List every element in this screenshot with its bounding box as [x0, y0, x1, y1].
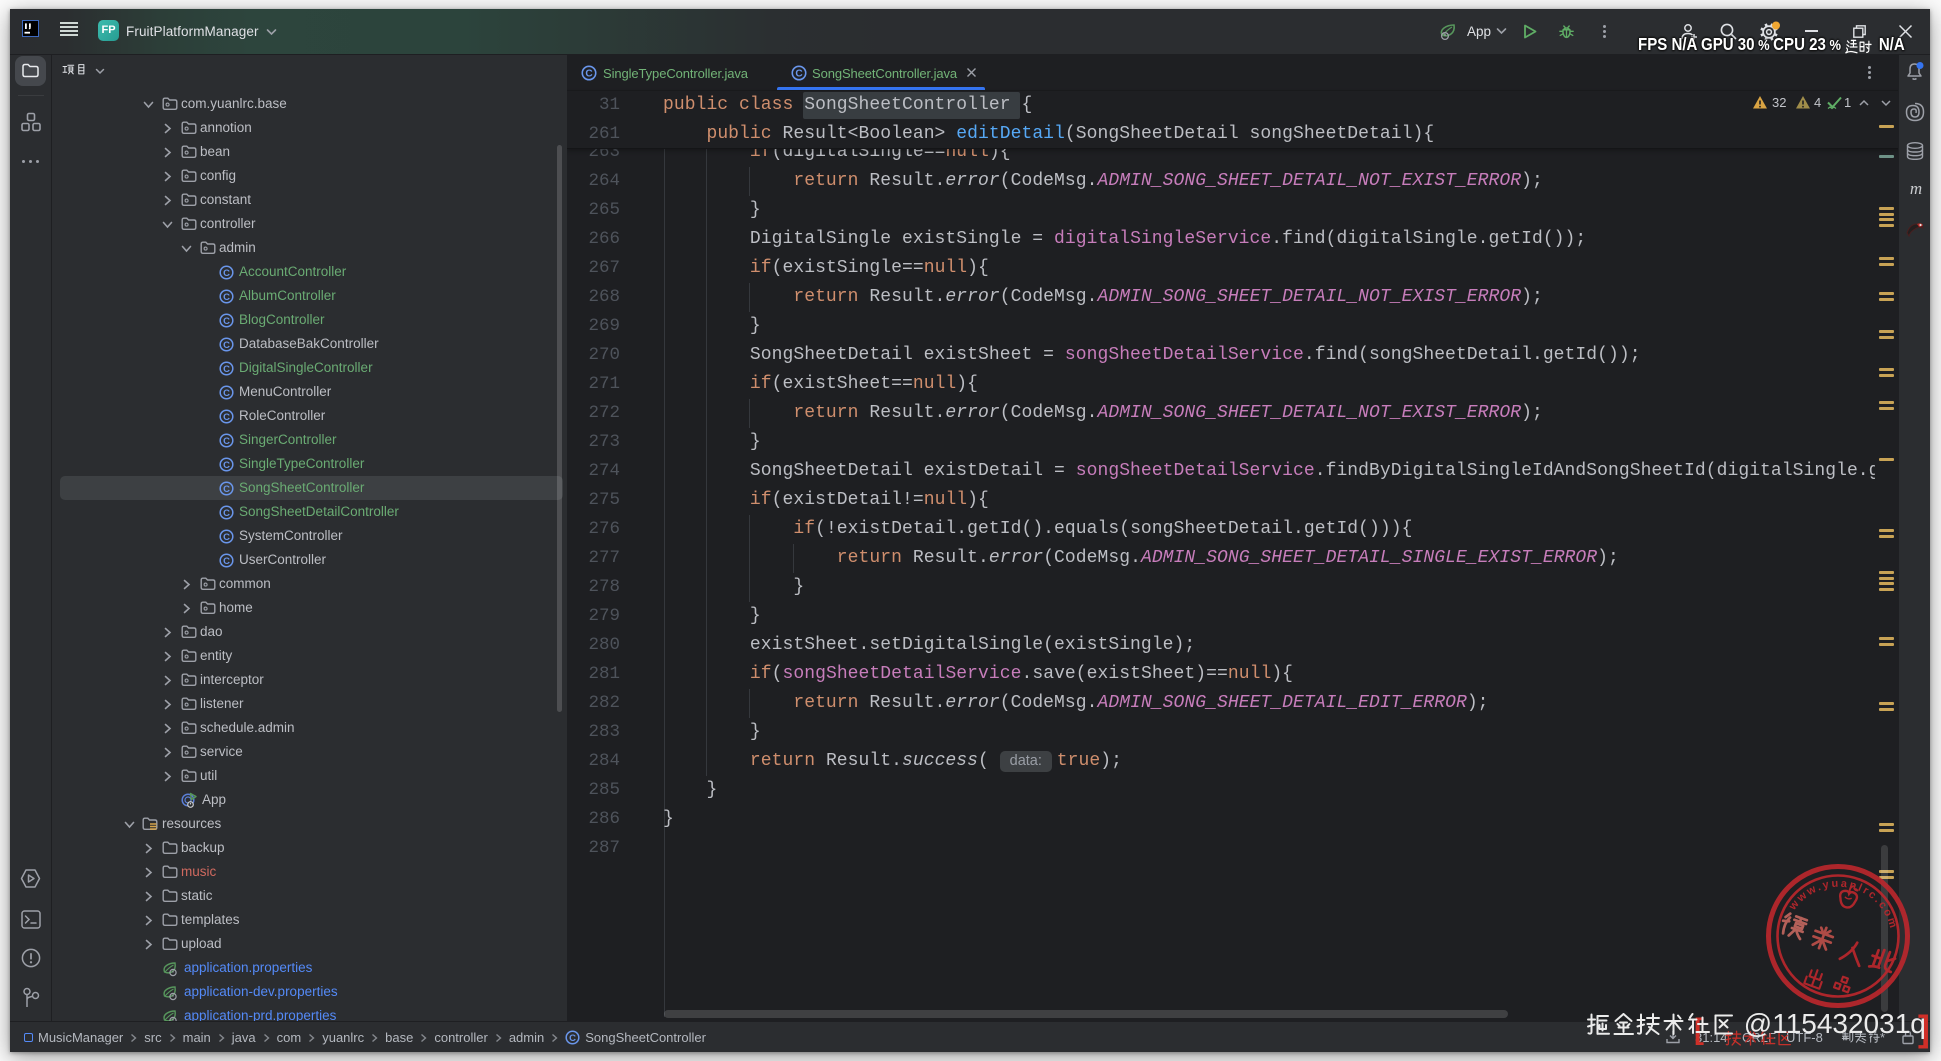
- svg-text:C: C: [585, 69, 593, 80]
- svg-text:C: C: [223, 268, 230, 279]
- svg-text:C: C: [223, 364, 230, 375]
- svg-text:C: C: [223, 316, 230, 327]
- svg-text:C: C: [569, 1033, 576, 1044]
- svg-text:C: C: [223, 556, 230, 567]
- svg-text:C: C: [223, 508, 230, 519]
- svg-text:C: C: [223, 484, 230, 495]
- svg-text:C: C: [223, 532, 230, 543]
- svg-text:C: C: [223, 436, 230, 447]
- svg-text:C: C: [223, 412, 230, 423]
- svg-text:C: C: [223, 292, 230, 303]
- svg-text:C: C: [223, 388, 230, 399]
- svg-text:C: C: [223, 460, 230, 471]
- svg-text:C: C: [223, 340, 230, 351]
